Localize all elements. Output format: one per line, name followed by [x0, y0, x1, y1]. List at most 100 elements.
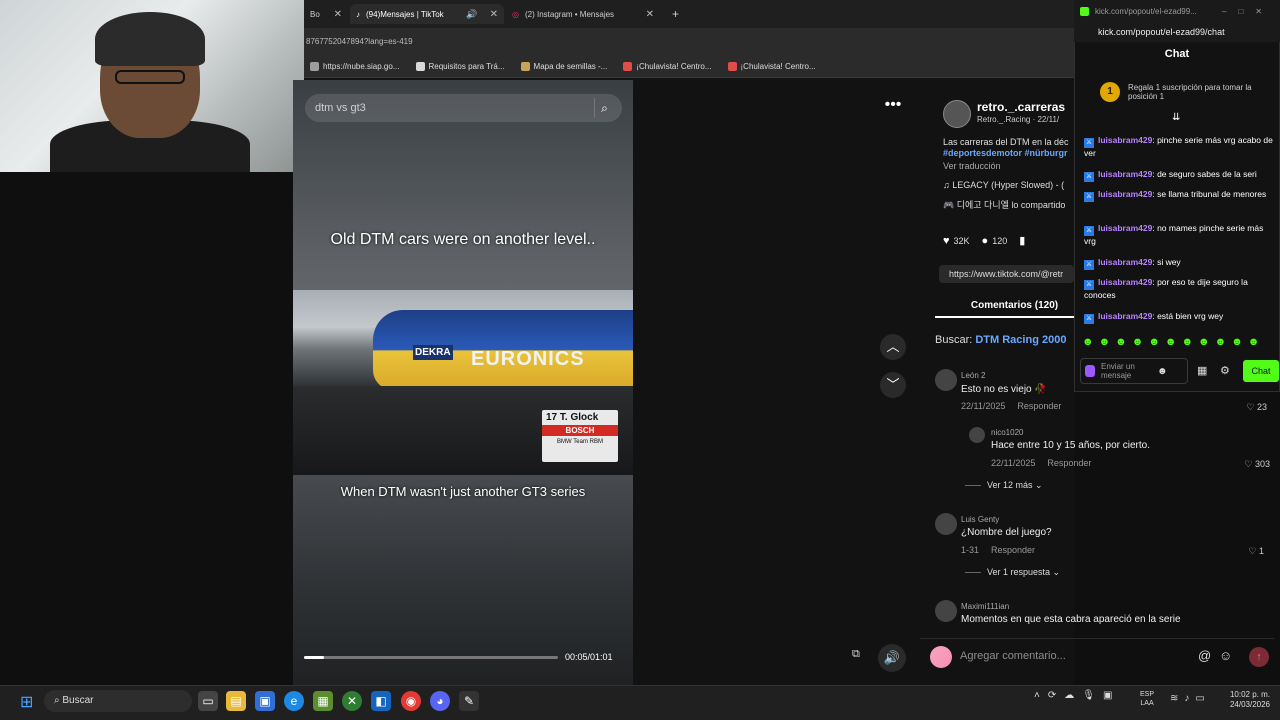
window-controls[interactable]: –□✕	[1222, 7, 1274, 16]
taskbar-search[interactable]: ⌕ Buscar	[44, 690, 192, 712]
send-icon[interactable]: ↑	[1249, 647, 1269, 667]
close-icon[interactable]: ✕	[646, 9, 654, 20]
search-icon[interactable]: ⌕	[594, 98, 614, 118]
sword-icon: ⚔	[1084, 138, 1094, 148]
author-name[interactable]: retro._.carreras	[977, 100, 1065, 114]
tab-tiktok[interactable]: ♪ (94)Mensajes | TikTok 🔊 ✕	[350, 4, 504, 24]
emoji-icon[interactable]: ☺	[1219, 648, 1232, 663]
pinned-collapse-icon[interactable]: ⇊	[1172, 112, 1180, 123]
bookmark-4[interactable]: ¡Chulavista! Centro...	[623, 62, 712, 71]
bookmark-5[interactable]: ¡Chulavista! Centro...	[727, 62, 816, 71]
hashtags[interactable]: #deportesdemotor #nürburgr	[943, 148, 1078, 159]
comment-button[interactable]: ● 120	[982, 235, 1008, 247]
avatar[interactable]	[935, 513, 957, 535]
avatar[interactable]	[935, 600, 957, 622]
xbox-icon[interactable]: ✕	[342, 691, 362, 711]
sync-icon[interactable]: ⟳	[1048, 690, 1056, 701]
chrome-icon[interactable]: ◉	[401, 691, 421, 711]
view-more-replies[interactable]: Ver 12 más ⌄	[965, 480, 1043, 491]
emote-icon[interactable]: ☻	[1215, 336, 1227, 350]
airbnb-icon	[727, 62, 737, 71]
recording-icon[interactable]: ▣	[1103, 690, 1112, 701]
emote-icon[interactable]: ☻	[1248, 336, 1260, 350]
emote-icon[interactable]: ☻	[1148, 336, 1160, 350]
reply-button[interactable]: Responder	[1017, 401, 1061, 411]
chat-send-button[interactable]: Chat	[1243, 360, 1279, 382]
mic-icon[interactable]	[1085, 365, 1095, 377]
more-options-icon[interactable]: •••	[880, 96, 906, 116]
network-volume-battery[interactable]: ≋ ♪ ▭	[1170, 693, 1205, 704]
author-avatar[interactable]	[943, 100, 971, 128]
tab-bo[interactable]: Bo ✕	[304, 4, 348, 24]
windows-start-icon[interactable]: ⊞	[20, 692, 33, 712]
comment-meta: 1-31 Responder	[961, 545, 1036, 555]
search-input[interactable]: dtm vs gt3	[305, 94, 622, 122]
discord-icon[interactable]: ◕	[430, 691, 450, 711]
app-icon[interactable]: ✎	[459, 691, 479, 711]
emote-icon[interactable]: ☻	[1115, 336, 1127, 350]
next-video-button[interactable]: ﹀	[880, 372, 906, 398]
comment-icon: ●	[981, 234, 989, 247]
bookmark-button[interactable]: ▮	[1019, 234, 1025, 247]
comment-like[interactable]: ♡ 1	[1224, 546, 1264, 557]
bookmark-2[interactable]: Requisitos para Trá...	[415, 62, 505, 71]
emote-icon[interactable]: ☻	[1082, 336, 1094, 350]
comment-like[interactable]: ♡ 23	[1227, 402, 1267, 413]
previous-video-button[interactable]: ︿	[880, 334, 906, 360]
store-icon[interactable]: ▦	[1197, 364, 1207, 377]
like-button[interactable]: ♥ 32K	[943, 235, 970, 247]
translate-link[interactable]: Ver traducción	[943, 161, 1001, 171]
emote-icon[interactable]: ☻	[1181, 336, 1193, 350]
emoji-icon[interactable]: ☻	[1157, 366, 1168, 377]
reply-button[interactable]: Responder	[1047, 458, 1091, 468]
minecraft-icon[interactable]: ▦	[313, 691, 333, 711]
task-view-icon[interactable]: ▭	[198, 691, 218, 711]
language-indicator[interactable]: ESP LAA	[1140, 690, 1154, 708]
chat-message: ⚔ luisabram429: de seguro sabes de la ser…	[1084, 169, 1257, 182]
cloud-icon[interactable]: ☁	[1064, 690, 1074, 701]
avatar[interactable]	[935, 369, 957, 391]
copy-link-field[interactable]: https://www.tiktok.com/@retr	[939, 265, 1074, 283]
emote-icon[interactable]: ☻	[1198, 336, 1210, 350]
mic-icon[interactable]: 🎙	[1082, 690, 1095, 701]
comment-input[interactable]: Agregar comentario...	[960, 650, 1066, 662]
comment-user[interactable]: Maximi111ian	[961, 602, 1009, 611]
comment-user[interactable]: Luis Genty	[961, 515, 999, 524]
close-icon[interactable]: ✕	[334, 9, 342, 20]
close-icon[interactable]: ✕	[490, 9, 498, 20]
volume-icon[interactable]: 🔊	[878, 644, 906, 672]
mention-icon[interactable]: @	[1198, 648, 1211, 663]
bookmark-3[interactable]: Mapa de semillas -...	[520, 62, 607, 71]
emote-icon[interactable]: ☻	[1132, 336, 1144, 350]
reply-button[interactable]: Responder	[991, 545, 1035, 555]
emote-icon[interactable]: ☻	[1165, 336, 1177, 350]
comment-like[interactable]: ♡ 303	[1230, 459, 1270, 470]
comment-user[interactable]: León 2	[961, 371, 985, 380]
tab-comments[interactable]: Comentarios (120)	[935, 296, 1074, 318]
vscode-icon[interactable]: ◧	[371, 691, 391, 711]
video-time: 00:05/01:01	[565, 652, 613, 662]
edge-icon[interactable]: e	[284, 691, 304, 711]
avatar[interactable]	[969, 427, 985, 443]
emote-icon[interactable]: ☻	[1099, 336, 1111, 350]
gift-sub-banner[interactable]: 1 Regala 1 suscripción para tomar la pos…	[1100, 78, 1260, 106]
emote-icon[interactable]: ☻	[1231, 336, 1243, 350]
mini-player-icon[interactable]: ⧉	[852, 648, 870, 666]
gear-icon[interactable]: ⚙	[1220, 364, 1230, 377]
chat-message-input[interactable]: Enviar un mensaje ☻	[1080, 358, 1188, 384]
related-search[interactable]: Buscar: DTM Racing 2000	[935, 334, 1066, 346]
view-replies[interactable]: Ver 1 respuesta ⌄	[965, 567, 1060, 578]
video-progress-bar[interactable]	[304, 656, 558, 659]
tab-instagram[interactable]: ◎ (2) Instagram • Mensajes ✕	[506, 4, 660, 24]
comment-user[interactable]: nico1020	[991, 428, 1023, 437]
address-bar[interactable]: 8767752047894?lang=es-419	[304, 28, 1074, 56]
speaker-icon[interactable]: 🔊	[466, 9, 477, 20]
music-link[interactable]: ♫ LEGACY (Hyper Slowed) - (	[943, 180, 1064, 190]
file-explorer-icon[interactable]: ▤	[226, 691, 246, 711]
kick-url-bar[interactable]: kick.com/popout/el-ezad99/chat	[1074, 22, 1280, 42]
taskbar-clock[interactable]: 10:02 p. m. 24/03/2026	[1222, 690, 1270, 710]
store-icon[interactable]: ▣	[255, 691, 275, 711]
bookmark-1[interactable]: https://nube.siap.go...	[310, 62, 400, 71]
new-tab-button[interactable]: +	[666, 4, 686, 24]
chevron-up-icon[interactable]: ˄	[1034, 690, 1040, 701]
